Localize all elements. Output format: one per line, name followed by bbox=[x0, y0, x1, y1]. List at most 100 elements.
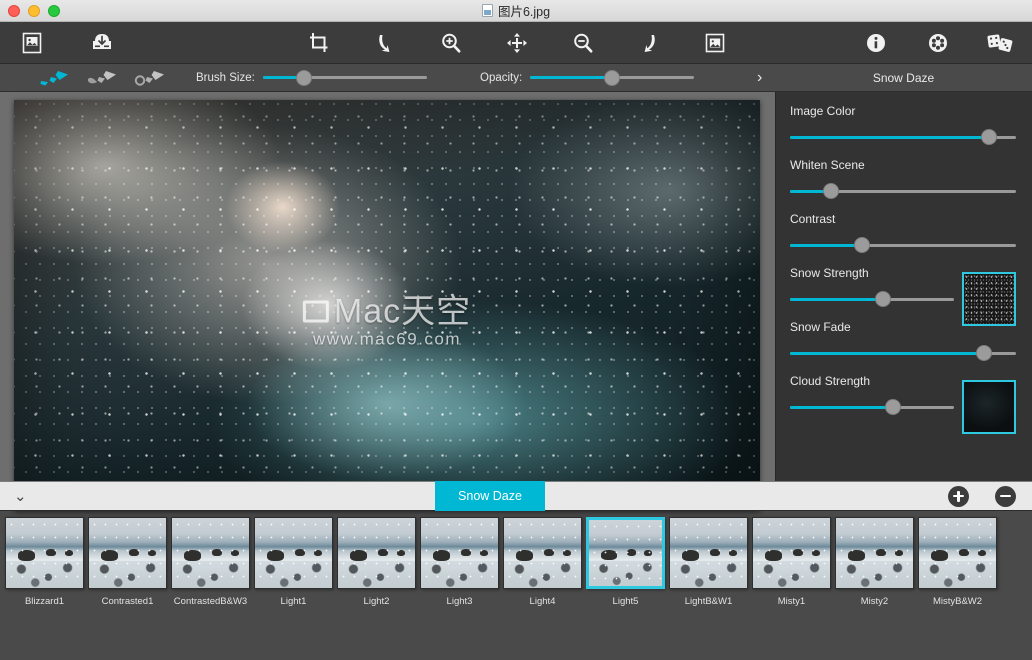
window-title-text: 图片6.jpg bbox=[497, 5, 551, 19]
preset-label: Light4 bbox=[529, 596, 556, 607]
control-label: Contrast bbox=[790, 212, 836, 226]
preset-thumbnail[interactable]: Blizzard1 bbox=[4, 517, 85, 607]
preset-thumbnail[interactable]: MistyB&W2 bbox=[917, 517, 998, 607]
cloud-texture-swatch[interactable] bbox=[962, 380, 1016, 434]
preset-preview-image bbox=[669, 517, 748, 589]
opacity-knob[interactable] bbox=[604, 69, 621, 86]
brush-erase-icon[interactable] bbox=[86, 69, 120, 87]
brush-paint-icon[interactable] bbox=[38, 69, 72, 87]
brush-tool-group bbox=[38, 69, 168, 87]
preset-preview-image bbox=[420, 517, 499, 589]
preset-label: Light5 bbox=[612, 596, 639, 607]
control-whiten-scene: Whiten Scene bbox=[790, 158, 1016, 199]
snow-fade-knob[interactable] bbox=[976, 345, 993, 361]
preset-thumbnail[interactable]: ContrastedB&W3 bbox=[170, 517, 251, 607]
preset-preview-image bbox=[918, 517, 997, 589]
brush-size-slider[interactable] bbox=[262, 69, 427, 86]
preset-thumbnail[interactable]: Light2 bbox=[336, 517, 417, 607]
adjustments-panel: Image Color Whiten Scene Contrast Snow S… bbox=[775, 92, 1032, 481]
preset-thumbnail[interactable]: Light1 bbox=[253, 517, 334, 607]
chevron-right-icon[interactable]: › bbox=[757, 69, 762, 86]
toolbar-left-group bbox=[18, 29, 116, 57]
preset-preview-image bbox=[835, 517, 914, 589]
preset-thumbnail[interactable]: LightB&W1 bbox=[668, 517, 749, 607]
brush-size-control: Brush Size: bbox=[196, 69, 427, 86]
image-color-knob[interactable] bbox=[980, 129, 997, 145]
control-label: Image Color bbox=[790, 104, 856, 118]
options-bar: Brush Size: Opacity: › Snow Daze bbox=[0, 64, 1032, 92]
cloud-strength-slider[interactable] bbox=[790, 399, 954, 415]
app-window: 图片6.jpg Brush Size: Opacity: › Snow Daze… bbox=[0, 0, 1032, 660]
remove-preset-button[interactable] bbox=[995, 485, 1016, 507]
control-snow-fade: Snow Fade bbox=[790, 320, 1016, 361]
opacity-label: Opacity: bbox=[480, 71, 523, 84]
contrast-knob[interactable] bbox=[854, 237, 871, 253]
image-frame-icon[interactable] bbox=[18, 29, 46, 57]
canvas-area[interactable]: Mac天空 www.mac69.com bbox=[0, 92, 775, 511]
preset-label: ContrastedB&W3 bbox=[173, 596, 248, 607]
redo-arrow-icon[interactable] bbox=[635, 29, 663, 57]
tab-snow-daze[interactable]: Snow Daze bbox=[435, 481, 545, 511]
crop-icon[interactable] bbox=[305, 29, 333, 57]
control-contrast: Contrast bbox=[790, 212, 1016, 253]
preset-thumbnail-strip[interactable]: Blizzard1 Contrasted1 ContrastedB&W3 Light1… bbox=[0, 511, 1032, 660]
preset-label: Light1 bbox=[280, 596, 307, 607]
add-preset-button[interactable] bbox=[948, 485, 969, 507]
control-cloud-strength: Cloud Strength bbox=[790, 374, 1016, 434]
preset-thumbnail[interactable]: Light3 bbox=[419, 517, 500, 607]
snow-fade-slider[interactable] bbox=[790, 345, 1016, 361]
gear-flower-icon[interactable] bbox=[924, 29, 952, 57]
preset-thumbnail[interactable]: Misty1 bbox=[751, 517, 832, 607]
dice-icon[interactable] bbox=[986, 29, 1014, 57]
opacity-slider[interactable] bbox=[530, 69, 695, 86]
save-download-icon[interactable] bbox=[88, 29, 116, 57]
preset-thumbnail[interactable]: Misty2 bbox=[834, 517, 915, 607]
edited-photo[interactable]: Mac天空 www.mac69.com bbox=[14, 100, 760, 511]
preset-thumbnail[interactable]: Light4 bbox=[502, 517, 583, 607]
preset-preview-image bbox=[5, 517, 84, 589]
preset-preview-image bbox=[503, 517, 582, 589]
editor-body: Mac天空 www.mac69.com Image Color Whiten S… bbox=[0, 92, 1032, 511]
opacity-fill bbox=[530, 76, 613, 79]
magnifier-plus-icon[interactable] bbox=[437, 29, 465, 57]
image-color-slider[interactable] bbox=[790, 129, 1016, 145]
preset-label: MistyB&W2 bbox=[932, 596, 983, 607]
window-title: 图片6.jpg bbox=[0, 1, 1032, 20]
document-icon bbox=[481, 4, 493, 17]
brush-size-label: Brush Size: bbox=[196, 71, 255, 84]
move-arrows-icon[interactable] bbox=[503, 29, 531, 57]
preset-label: Light3 bbox=[446, 596, 473, 607]
snow-strength-knob[interactable] bbox=[875, 291, 892, 307]
preset-label: Misty2 bbox=[860, 596, 889, 607]
toolbar-center-group bbox=[305, 29, 729, 57]
cloud-strength-knob[interactable] bbox=[885, 399, 902, 415]
preset-preview-image bbox=[586, 517, 665, 589]
brush-smudge-icon[interactable] bbox=[134, 69, 168, 87]
preset-preview-image bbox=[752, 517, 831, 589]
preset-thumbnail[interactable]: Contrasted1 bbox=[87, 517, 168, 607]
brush-size-knob[interactable] bbox=[295, 69, 312, 86]
preset-preview-image bbox=[254, 517, 333, 589]
preset-label: Misty1 bbox=[777, 596, 806, 607]
photo-vignette bbox=[14, 100, 760, 511]
main-toolbar bbox=[0, 22, 1032, 64]
info-circle-icon[interactable] bbox=[862, 29, 890, 57]
control-label: Snow Fade bbox=[790, 320, 851, 334]
preset-preview-image bbox=[337, 517, 416, 589]
preset-bar: ⌄ Snow Daze bbox=[0, 481, 1032, 511]
title-bar: 图片6.jpg bbox=[0, 0, 1032, 22]
effect-title: Snow Daze bbox=[872, 70, 935, 85]
magnifier-minus-icon[interactable] bbox=[569, 29, 597, 57]
preset-thumbnail[interactable]: Light5 bbox=[585, 517, 666, 607]
contrast-slider[interactable] bbox=[790, 237, 1016, 253]
snow-strength-slider[interactable] bbox=[790, 291, 954, 307]
chevron-down-icon[interactable]: ⌄ bbox=[14, 489, 27, 504]
control-image-color: Image Color bbox=[790, 104, 1016, 145]
whiten-scene-slider[interactable] bbox=[790, 183, 1016, 199]
preset-manage-buttons bbox=[948, 485, 1016, 507]
undo-arrow-icon[interactable] bbox=[371, 29, 399, 57]
image-fit-icon[interactable] bbox=[701, 29, 729, 57]
preset-label: LightB&W1 bbox=[684, 596, 733, 607]
snow-texture-swatch[interactable] bbox=[962, 272, 1016, 326]
whiten-scene-knob[interactable] bbox=[822, 183, 839, 199]
